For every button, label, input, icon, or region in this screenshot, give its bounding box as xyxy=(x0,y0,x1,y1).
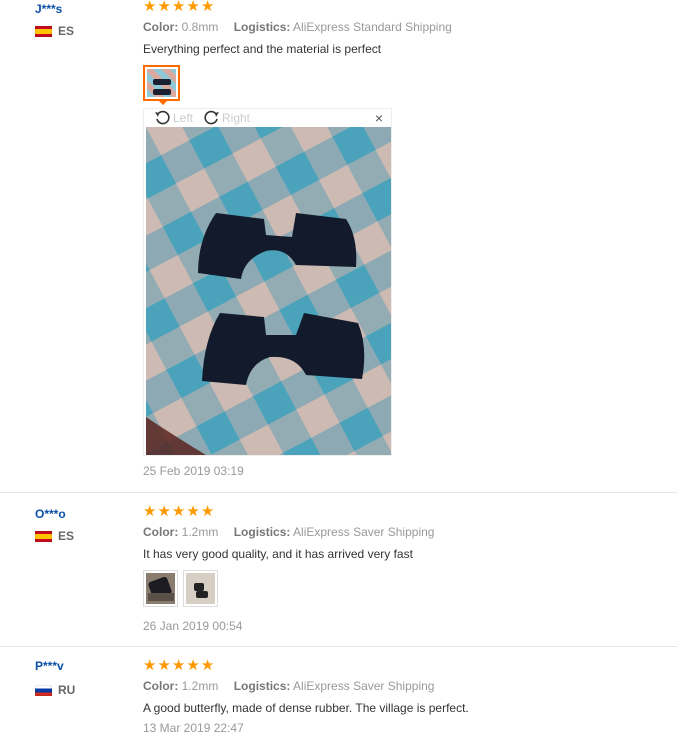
close-icon[interactable]: × xyxy=(375,111,383,125)
star-icon: ★ xyxy=(143,0,157,15)
star-icon: ★ xyxy=(200,503,215,520)
thumbnail-pointer xyxy=(158,100,168,105)
logistics-label: Logistics: xyxy=(233,525,291,539)
reviewer-country: ES xyxy=(35,24,74,38)
rotate-left-icon xyxy=(155,110,170,125)
russia-flag-icon xyxy=(35,684,52,696)
review-item: P***v RU ★ ★ ★ ★ ★ Color: 1.2mm Logistic… xyxy=(0,646,677,735)
star-icon: ★ xyxy=(171,0,186,15)
reviewer-country: ES xyxy=(35,529,74,543)
review-item: J***s ES ★ ★ ★ ★ ★ Color: 0.8mm Logistic… xyxy=(0,0,677,492)
rotate-left-label: Left xyxy=(173,110,194,125)
review-text: A good butterfly, made of dense rubber. … xyxy=(143,701,469,715)
reviewer-name[interactable]: J***s xyxy=(35,2,62,16)
color-label: Color: xyxy=(143,679,179,693)
rotate-left-button[interactable]: Left xyxy=(154,109,193,126)
star-icon: ★ xyxy=(157,0,171,15)
photo-viewer: Left Right × xyxy=(143,108,392,456)
review-photo-thumbnail[interactable] xyxy=(183,570,218,607)
country-code: ES xyxy=(58,529,75,543)
star-icon: ★ xyxy=(186,657,200,674)
review-text: Everything perfect and the material is p… xyxy=(143,42,382,56)
star-icon: ★ xyxy=(200,657,215,674)
spain-flag-icon xyxy=(35,25,52,37)
logistics-value: AliExpress Saver Shipping xyxy=(293,525,435,539)
star-icon: ★ xyxy=(171,503,186,520)
rotate-right-button[interactable]: Right xyxy=(203,109,250,126)
country-code: RU xyxy=(58,683,76,697)
star-icon: ★ xyxy=(157,657,171,674)
star-rating: ★ ★ ★ ★ ★ xyxy=(143,0,214,14)
rotate-right-icon xyxy=(204,110,219,125)
review-date: 13 Mar 2019 22:47 xyxy=(143,721,244,735)
order-attributes: Color: 1.2mm Logistics: AliExpress Saver… xyxy=(143,679,434,693)
review-photo-image xyxy=(146,127,391,455)
star-icon: ★ xyxy=(200,0,215,15)
star-icon: ★ xyxy=(157,503,171,520)
review-item: O***o ES ★ ★ ★ ★ ★ Color: 1.2mm Logistic… xyxy=(0,492,677,647)
color-label: Color: xyxy=(143,525,179,539)
reviewer-country: RU xyxy=(35,683,75,697)
color-value: 1.2mm xyxy=(181,679,219,693)
reviewer-name[interactable]: P***v xyxy=(35,659,64,673)
review-date: 25 Feb 2019 03:19 xyxy=(143,464,244,478)
logistics-value: AliExpress Standard Shipping xyxy=(293,20,452,34)
review-photo-thumbnail[interactable] xyxy=(143,570,178,607)
review-date: 26 Jan 2019 00:54 xyxy=(143,619,243,633)
star-rating: ★ ★ ★ ★ ★ xyxy=(143,503,215,520)
review-photo-large xyxy=(146,127,391,455)
logistics-label: Logistics: xyxy=(233,20,291,34)
viewer-toolbar: Left Right × xyxy=(144,109,391,127)
country-code: ES xyxy=(58,24,75,38)
logistics-value: AliExpress Saver Shipping xyxy=(293,679,435,693)
star-icon: ★ xyxy=(143,657,157,674)
order-attributes: Color: 1.2mm Logistics: AliExpress Saver… xyxy=(143,525,434,539)
order-attributes: Color: 0.8mm Logistics: AliExpress Stand… xyxy=(143,20,452,34)
color-label: Color: xyxy=(143,20,179,34)
rotate-right-label: Right xyxy=(222,110,251,125)
star-icon: ★ xyxy=(143,503,157,520)
star-icon: ★ xyxy=(186,503,200,520)
star-rating: ★ ★ ★ ★ ★ xyxy=(143,657,215,674)
color-value: 1.2mm xyxy=(181,525,219,539)
color-value: 0.8mm xyxy=(181,20,219,34)
reviewer-name[interactable]: O***o xyxy=(35,507,66,521)
star-icon: ★ xyxy=(186,0,200,15)
spain-flag-icon xyxy=(35,530,52,542)
logistics-label: Logistics: xyxy=(233,679,291,693)
star-icon: ★ xyxy=(171,657,186,674)
review-text: It has very good quality, and it has arr… xyxy=(143,547,413,561)
review-photo-thumbnail[interactable] xyxy=(143,65,180,101)
